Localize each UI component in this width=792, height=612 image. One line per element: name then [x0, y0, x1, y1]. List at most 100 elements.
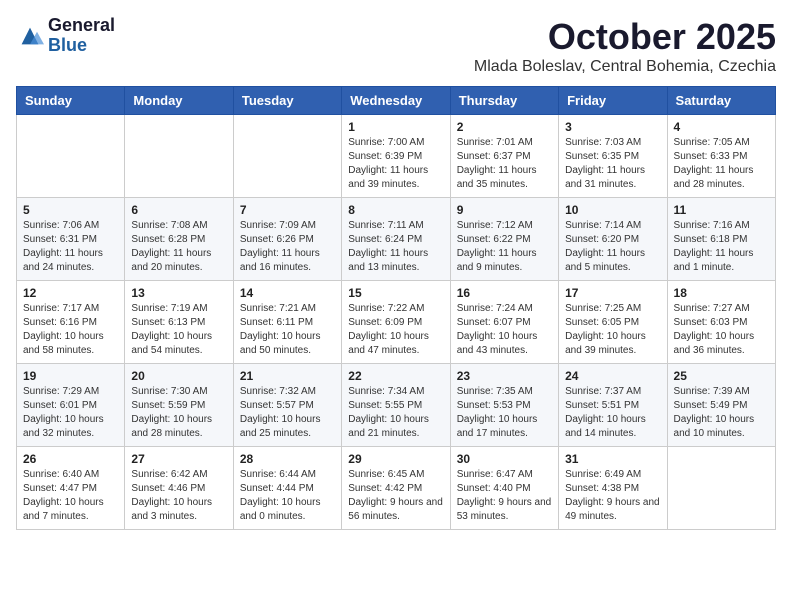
logo-icon [16, 22, 44, 50]
table-row: 1Sunrise: 7:00 AM Sunset: 6:39 PM Daylig… [342, 115, 450, 198]
day-info: Sunrise: 6:45 AM Sunset: 4:42 PM Dayligh… [348, 468, 443, 524]
table-row: 5 Sunrise: 7:06 AM Sunset: 6:31 PM Daylig… [17, 198, 125, 281]
day-info: Sunrise: 6:40 AM Sunset: 4:47 PM Dayligh… [23, 468, 118, 524]
day-number: 15 [348, 286, 443, 300]
day-number: 13 [131, 286, 226, 300]
table-row: 14 Sunrise: 7:21 AM Sunset: 6:11 PM Dayli… [233, 281, 341, 364]
day-number: 21 [240, 369, 335, 383]
page-header: General Blue October 2025 Mlada Boleslav… [16, 16, 776, 76]
location-title: Mlada Boleslav, Central Bohemia, Czechia [474, 58, 776, 76]
day-info: Sunrise: 7:29 AM Sunset: 6:01 PM Dayligh… [23, 385, 118, 441]
day-number: 30 [457, 452, 552, 466]
table-row: 24 Sunrise: 7:37 AM Sunset: 5:51 PM Dayli… [559, 364, 667, 447]
day-number: 25 [674, 369, 769, 383]
table-row [125, 115, 233, 198]
calendar-header-row: Sunday Monday Tuesday Wednesday Thursday… [17, 87, 776, 115]
calendar-week-row: 26Sunrise: 6:40 AM Sunset: 4:47 PM Dayli… [17, 447, 776, 530]
table-row: 27 Sunrise: 6:42 AM Sunset: 4:46 PM Dayli… [125, 447, 233, 530]
day-info: Sunrise: 6:47 AM Sunset: 4:40 PM Dayligh… [457, 468, 552, 524]
day-info: Sunrise: 7:35 AM Sunset: 5:53 PM Dayligh… [457, 385, 552, 441]
table-row: 17Sunrise: 7:25 AM Sunset: 6:05 PM Dayli… [559, 281, 667, 364]
table-row: 23 Sunrise: 7:35 AM Sunset: 5:53 PM Dayli… [450, 364, 558, 447]
table-row: 4 Sunrise: 7:05 AM Sunset: 6:33 PM Daylig… [667, 115, 775, 198]
calendar-week-row: 5 Sunrise: 7:06 AM Sunset: 6:31 PM Daylig… [17, 198, 776, 281]
logo: General Blue [16, 16, 115, 56]
day-number: 12 [23, 286, 118, 300]
day-info: Sunrise: 7:34 AM Sunset: 5:55 PM Dayligh… [348, 385, 443, 441]
day-info: Sunrise: 6:42 AM Sunset: 4:46 PM Dayligh… [131, 468, 226, 524]
day-info: Sunrise: 7:22 AM Sunset: 6:09 PM Dayligh… [348, 302, 443, 358]
calendar-week-row: 19 Sunrise: 7:29 AM Sunset: 6:01 PM Dayli… [17, 364, 776, 447]
header-wednesday: Wednesday [342, 87, 450, 115]
header-friday: Friday [559, 87, 667, 115]
day-info: Sunrise: 7:06 AM Sunset: 6:31 PM Dayligh… [23, 219, 118, 275]
day-info: Sunrise: 7:24 AM Sunset: 6:07 PM Dayligh… [457, 302, 552, 358]
day-number: 24 [565, 369, 660, 383]
day-info: Sunrise: 7:17 AM Sunset: 6:16 PM Dayligh… [23, 302, 118, 358]
header-tuesday: Tuesday [233, 87, 341, 115]
day-number: 17 [565, 286, 660, 300]
header-saturday: Saturday [667, 87, 775, 115]
calendar-week-row: 1Sunrise: 7:00 AM Sunset: 6:39 PM Daylig… [17, 115, 776, 198]
day-info: Sunrise: 7:11 AM Sunset: 6:24 PM Dayligh… [348, 219, 443, 275]
table-row: 28 Sunrise: 6:44 AM Sunset: 4:44 PM Dayli… [233, 447, 341, 530]
day-info: Sunrise: 7:37 AM Sunset: 5:51 PM Dayligh… [565, 385, 660, 441]
day-number: 28 [240, 452, 335, 466]
title-section: October 2025 Mlada Boleslav, Central Boh… [474, 16, 776, 76]
day-info: Sunrise: 7:16 AM Sunset: 6:18 PM Dayligh… [674, 219, 769, 275]
day-info: Sunrise: 7:05 AM Sunset: 6:33 PM Dayligh… [674, 136, 769, 192]
day-info: Sunrise: 7:01 AM Sunset: 6:37 PM Dayligh… [457, 136, 552, 192]
day-number: 1 [348, 120, 443, 134]
table-row: 8 Sunrise: 7:11 AM Sunset: 6:24 PM Daylig… [342, 198, 450, 281]
day-number: 5 [23, 203, 118, 217]
day-info: Sunrise: 7:08 AM Sunset: 6:28 PM Dayligh… [131, 219, 226, 275]
day-info: Sunrise: 7:14 AM Sunset: 6:20 PM Dayligh… [565, 219, 660, 275]
table-row: 29 Sunrise: 6:45 AM Sunset: 4:42 PM Dayli… [342, 447, 450, 530]
header-thursday: Thursday [450, 87, 558, 115]
day-info: Sunrise: 7:30 AM Sunset: 5:59 PM Dayligh… [131, 385, 226, 441]
day-info: Sunrise: 6:44 AM Sunset: 4:44 PM Dayligh… [240, 468, 335, 524]
day-info: Sunrise: 7:32 AM Sunset: 5:57 PM Dayligh… [240, 385, 335, 441]
day-info: Sunrise: 7:12 AM Sunset: 6:22 PM Dayligh… [457, 219, 552, 275]
table-row: 22Sunrise: 7:34 AM Sunset: 5:55 PM Dayli… [342, 364, 450, 447]
day-number: 16 [457, 286, 552, 300]
day-number: 4 [674, 120, 769, 134]
day-number: 27 [131, 452, 226, 466]
table-row: 18Sunrise: 7:27 AM Sunset: 6:03 PM Dayli… [667, 281, 775, 364]
table-row: 25 Sunrise: 7:39 AM Sunset: 5:49 PM Dayli… [667, 364, 775, 447]
table-row: 2 Sunrise: 7:01 AM Sunset: 6:37 PM Daylig… [450, 115, 558, 198]
day-info: Sunrise: 7:03 AM Sunset: 6:35 PM Dayligh… [565, 136, 660, 192]
header-sunday: Sunday [17, 87, 125, 115]
day-number: 29 [348, 452, 443, 466]
calendar-week-row: 12 Sunrise: 7:17 AM Sunset: 6:16 PM Dayli… [17, 281, 776, 364]
day-info: Sunrise: 6:49 AM Sunset: 4:38 PM Dayligh… [565, 468, 660, 524]
table-row: 15 Sunrise: 7:22 AM Sunset: 6:09 PM Dayli… [342, 281, 450, 364]
day-number: 31 [565, 452, 660, 466]
logo-text: General Blue [48, 16, 115, 56]
day-info: Sunrise: 7:09 AM Sunset: 6:26 PM Dayligh… [240, 219, 335, 275]
day-number: 6 [131, 203, 226, 217]
table-row [667, 447, 775, 530]
day-number: 9 [457, 203, 552, 217]
table-row: 31 Sunrise: 6:49 AM Sunset: 4:38 PM Dayli… [559, 447, 667, 530]
header-monday: Monday [125, 87, 233, 115]
day-number: 23 [457, 369, 552, 383]
day-number: 14 [240, 286, 335, 300]
day-number: 20 [131, 369, 226, 383]
day-number: 3 [565, 120, 660, 134]
day-info: Sunrise: 7:21 AM Sunset: 6:11 PM Dayligh… [240, 302, 335, 358]
day-number: 8 [348, 203, 443, 217]
day-number: 7 [240, 203, 335, 217]
day-number: 2 [457, 120, 552, 134]
day-number: 10 [565, 203, 660, 217]
month-title: October 2025 [474, 16, 776, 58]
table-row [17, 115, 125, 198]
day-info: Sunrise: 7:39 AM Sunset: 5:49 PM Dayligh… [674, 385, 769, 441]
table-row: 20 Sunrise: 7:30 AM Sunset: 5:59 PM Dayli… [125, 364, 233, 447]
table-row: 13Sunrise: 7:19 AM Sunset: 6:13 PM Dayli… [125, 281, 233, 364]
table-row: 26Sunrise: 6:40 AM Sunset: 4:47 PM Dayli… [17, 447, 125, 530]
table-row: 16 Sunrise: 7:24 AM Sunset: 6:07 PM Dayli… [450, 281, 558, 364]
table-row: 11Sunrise: 7:16 AM Sunset: 6:18 PM Dayli… [667, 198, 775, 281]
day-number: 18 [674, 286, 769, 300]
day-number: 19 [23, 369, 118, 383]
